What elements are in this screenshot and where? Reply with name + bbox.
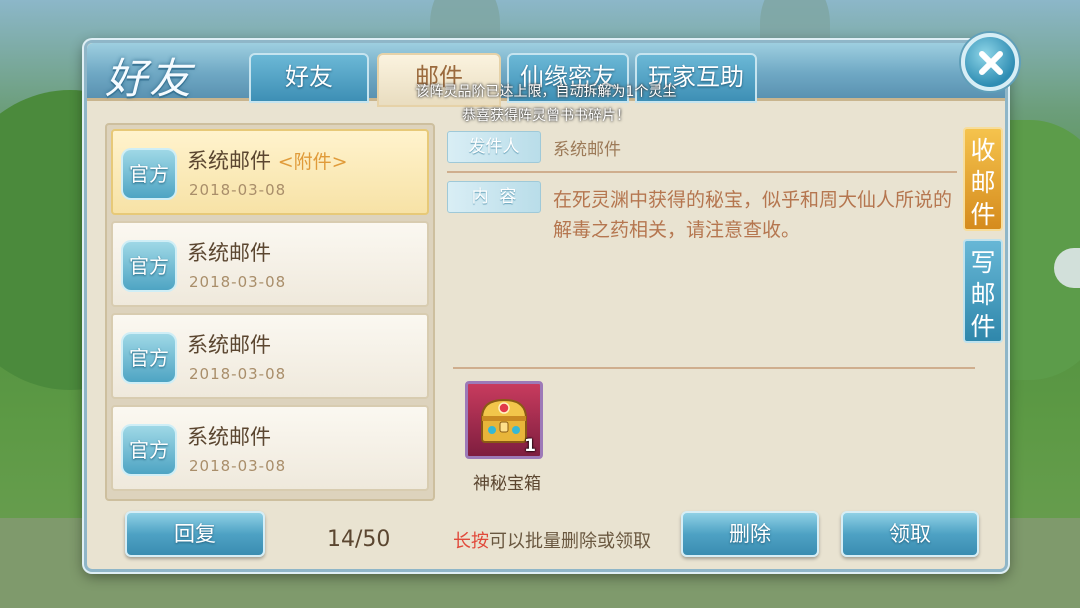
item-name: 神秘宝箱 (473, 474, 541, 494)
mail-list-item[interactable]: 官方 系统邮件 2018-03-08 (111, 221, 429, 307)
divider (447, 171, 957, 173)
delete-button[interactable]: 删除 (681, 511, 819, 557)
claim-button[interactable]: 领取 (841, 511, 979, 557)
mail-subject: 系统邮件 (187, 333, 271, 357)
system-notice: 该阵灵品阶已达上限，自动拆解为1个灵尘 (415, 84, 677, 100)
mail-date: 2018-03-08 (189, 365, 287, 383)
attachment-tag: <附件> (277, 151, 348, 173)
official-badge: 官方 (121, 424, 177, 476)
reply-button[interactable]: 回复 (125, 511, 265, 557)
mail-list-item[interactable]: 官方 系统邮件 <附件> 2018-03-08 (111, 129, 429, 215)
mail-count: 14/50 (327, 527, 391, 552)
divider (453, 367, 975, 369)
official-badge: 官方 (121, 332, 177, 384)
sender-label: 发件人 (447, 131, 541, 163)
mail-content: 在死灵渊中获得的秘宝，似乎和周大仙人所说的解毒之药相关，请注意查收。 (553, 189, 953, 241)
mail-list-item[interactable]: 官方 系统邮件 2018-03-08 (111, 313, 429, 399)
mail-panel: 好友 好友 邮件 仙缘密友 玩家互助 该阵灵品阶已达上限，自动拆解为1个灵尘 恭… (84, 33, 1019, 572)
attachment-item-slot[interactable]: 1 (465, 381, 543, 459)
mail-list: 官方 系统邮件 <附件> 2018-03-08 官方 系统邮件 2018-03-… (105, 123, 435, 501)
tab-inbox[interactable]: 收邮件 (963, 127, 1003, 231)
mail-subject-text: 系统邮件 (187, 149, 271, 173)
mail-date: 2018-03-08 (189, 457, 287, 475)
mail-subject: 系统邮件 (187, 241, 271, 265)
mail-date: 2018-03-08 (189, 181, 287, 199)
system-notice: 恭喜获得阵灵曾书书碎片！ (462, 108, 630, 124)
batch-hint: 长按可以批量删除或领取 (453, 527, 651, 553)
hint-text: 可以批量删除或领取 (489, 531, 651, 552)
item-count: 1 (524, 436, 536, 456)
official-badge: 官方 (121, 240, 177, 292)
close-icon (979, 51, 1003, 75)
mail-list-item[interactable]: 官方 系统邮件 2018-03-08 (111, 405, 429, 491)
mail-subject: 系统邮件 <附件> (187, 145, 348, 175)
official-badge: 官方 (121, 148, 177, 200)
mail-subject: 系统邮件 (187, 425, 271, 449)
content-label: 内 容 (447, 181, 541, 213)
tab-compose[interactable]: 写邮件 (963, 239, 1003, 343)
mail-date: 2018-03-08 (189, 273, 287, 291)
mail-detail: 发件人 系统邮件 内 容 在死灵渊中获得的秘宝，似乎和周大仙人所说的解毒之药相关… (447, 123, 977, 513)
hint-long-press: 长按 (453, 531, 489, 552)
sender-value: 系统邮件 (553, 140, 621, 160)
